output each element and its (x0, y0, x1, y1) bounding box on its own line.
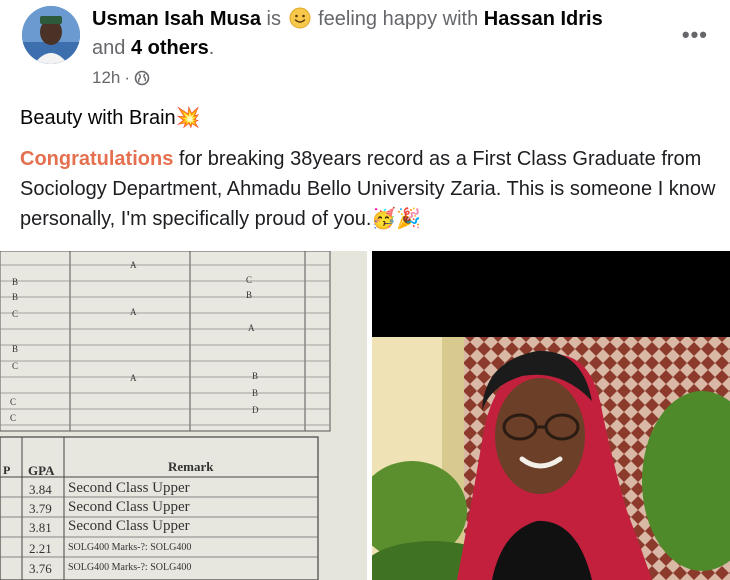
grade-cell: C (12, 309, 19, 319)
grade-cell: B (246, 290, 253, 300)
grade-cell: B (12, 344, 19, 354)
post-text-body: Congratulations for breaking 38years rec… (20, 144, 720, 234)
grade-cell: A (130, 373, 137, 383)
grade-cell: D (252, 405, 259, 415)
congratulations-word[interactable]: Congratulations (20, 148, 173, 170)
remark-cell: Second Class Upper (68, 480, 190, 496)
gpa-cell: 3.79 (29, 501, 52, 516)
post-text-line1: Beauty with Brain💥 (20, 107, 201, 129)
grade-cell: A (130, 307, 137, 317)
remark-cell: Second Class Upper (68, 499, 190, 515)
tagged-person[interactable]: Hassan Idris (484, 8, 603, 30)
smile-icon (289, 7, 311, 29)
period: . (208, 37, 215, 59)
grade-cell: A (130, 260, 137, 270)
transcript-photo[interactable]: B B C B C C C A A A C B A B B D P GPA Re… (0, 251, 367, 580)
post-time[interactable]: 12h (92, 68, 120, 88)
grade-cell: B (12, 292, 19, 302)
is-text: is (266, 8, 281, 30)
grade-cell: C (12, 361, 19, 371)
gpa-cell: 2.21 (29, 541, 52, 556)
gpa-cell: 3.81 (29, 520, 52, 535)
post-header: Usman Isah Musa is feeling happy with Ha… (0, 0, 730, 100)
col-header-gpa: GPA (28, 463, 55, 478)
header-line: Usman Isah Musa is feeling happy with Ha… (92, 6, 603, 32)
col-header-remark: Remark (168, 459, 214, 474)
col-header-p: P (3, 463, 11, 477)
author-avatar[interactable] (22, 6, 80, 64)
gpa-cell: 3.84 (29, 482, 52, 497)
header-line-2: and 4 others. (92, 35, 214, 61)
portrait-image (372, 251, 730, 580)
meta-dot: · (124, 68, 131, 87)
grade-cell: C (10, 413, 17, 423)
feeling-text: feeling happy with (318, 8, 479, 30)
portrait-photo[interactable] (372, 251, 730, 580)
grade-cell: B (252, 388, 259, 398)
gpa-cell: 3.76 (29, 561, 52, 576)
grade-cell: C (246, 275, 253, 285)
grade-cell: B (12, 277, 19, 287)
and-text: and (92, 37, 126, 59)
grade-cell: A (248, 323, 255, 333)
grade-cell: C (10, 397, 17, 407)
globe-icon[interactable] (134, 70, 150, 86)
more-options-button[interactable]: ••• (682, 22, 708, 48)
remark-cell: SOLG400 Marks-?: SOLG400 (68, 542, 192, 553)
others-link[interactable]: 4 others (131, 37, 209, 59)
remark-cell: Second Class Upper (68, 518, 190, 534)
grade-cell: B (252, 371, 259, 381)
author-name[interactable]: Usman Isah Musa (92, 8, 261, 30)
post-meta: 12h · (92, 68, 150, 88)
remark-cell: SOLG400 Marks-?: SOLG400 (68, 562, 192, 573)
